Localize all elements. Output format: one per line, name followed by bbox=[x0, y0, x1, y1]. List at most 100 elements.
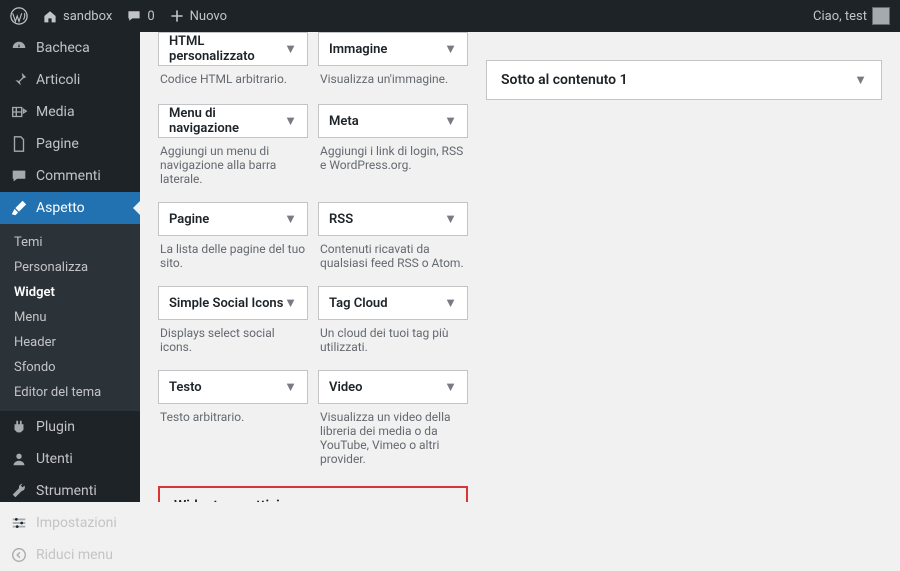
submenu-widgets[interactable]: Widget bbox=[0, 280, 140, 305]
widget-text-title: Testo bbox=[169, 380, 202, 395]
comment-icon bbox=[126, 8, 142, 24]
chevron-down-icon: ▼ bbox=[444, 41, 457, 57]
chevron-down-icon: ▼ bbox=[284, 41, 297, 57]
widget-social-desc: Displays select social icons. bbox=[158, 322, 308, 364]
submenu-customize[interactable]: Personalizza bbox=[0, 255, 140, 280]
submenu-menus[interactable]: Menu bbox=[0, 305, 140, 330]
widget-pages-title: Pagine bbox=[169, 212, 209, 227]
menu-settings-label: Impostazioni bbox=[36, 515, 117, 531]
widget-social[interactable]: Simple Social Icons ▼ bbox=[158, 286, 308, 320]
sidebar-area-label: Sotto al contenuto 1 bbox=[501, 72, 628, 88]
menu-posts[interactable]: Articoli bbox=[0, 64, 140, 96]
menu-users-label: Utenti bbox=[36, 451, 73, 467]
widget-tagcloud-desc: Un cloud dei tuoi tag più utilizzati. bbox=[318, 322, 468, 364]
sidebar-area-below-content-1[interactable]: Sotto al contenuto 1 ▼ bbox=[486, 60, 882, 100]
widget-video-title: Video bbox=[329, 380, 363, 395]
widget-meta-title: Meta bbox=[329, 114, 359, 129]
content-area: HTML personalizzato ▼ Codice HTML arbitr… bbox=[140, 32, 900, 502]
widget-tagcloud[interactable]: Tag Cloud ▼ bbox=[318, 286, 468, 320]
inactive-widgets-panel: Widget non attivi Trascinare qui i widge… bbox=[158, 486, 468, 502]
widget-meta[interactable]: Meta ▼ bbox=[318, 104, 468, 138]
widget-rss[interactable]: RSS ▼ bbox=[318, 202, 468, 236]
menu-dashboard[interactable]: Bacheca bbox=[0, 32, 140, 64]
menu-users[interactable]: Utenti bbox=[0, 443, 140, 475]
avatar bbox=[872, 7, 890, 25]
users-icon bbox=[10, 450, 28, 468]
widget-navmenu-desc: Aggiungi un menu di navigazione alla bar… bbox=[158, 140, 308, 196]
tools-icon bbox=[10, 482, 28, 500]
pin-icon bbox=[10, 71, 28, 89]
collapse-icon bbox=[10, 546, 28, 564]
greeting: Ciao, test bbox=[813, 9, 867, 24]
wp-logo[interactable] bbox=[10, 7, 28, 25]
chevron-down-icon: ▼ bbox=[444, 211, 457, 227]
widget-meta-desc: Aggiungi i link di login, RSS e WordPres… bbox=[318, 140, 468, 182]
submenu-editor[interactable]: Editor del tema bbox=[0, 380, 140, 405]
menu-collapse[interactable]: Riduci menu bbox=[0, 539, 140, 571]
chevron-down-icon: ▼ bbox=[284, 295, 297, 311]
widget-navmenu-title: Menu di navigazione bbox=[169, 106, 284, 136]
chevron-down-icon: ▼ bbox=[444, 379, 457, 395]
widget-image-desc: Visualizza un'immagine. bbox=[318, 68, 468, 98]
chevron-down-icon: ▼ bbox=[444, 295, 457, 311]
widget-text[interactable]: Testo ▼ bbox=[158, 370, 308, 404]
chevron-down-icon: ▼ bbox=[854, 72, 867, 88]
widget-pages-desc: La lista delle pagine del tuo sito. bbox=[158, 238, 308, 280]
widget-areas: Sotto al contenuto 1 ▼ bbox=[486, 32, 882, 502]
menu-tools-label: Strumenti bbox=[36, 483, 97, 499]
page-icon bbox=[10, 135, 28, 153]
dashboard-icon bbox=[10, 39, 28, 57]
menu-settings[interactable]: Impostazioni bbox=[0, 507, 140, 539]
media-icon bbox=[10, 103, 28, 121]
admin-toolbar: sandbox 0 Nuovo Ciao, test bbox=[0, 0, 900, 32]
chevron-down-icon: ▼ bbox=[284, 211, 297, 227]
chevron-down-icon: ▼ bbox=[444, 113, 457, 129]
menu-collapse-label: Riduci menu bbox=[36, 547, 113, 563]
submenu-header[interactable]: Header bbox=[0, 330, 140, 355]
settings-icon bbox=[10, 514, 28, 532]
menu-tools[interactable]: Strumenti bbox=[0, 475, 140, 507]
comments-link[interactable]: 0 bbox=[126, 8, 154, 24]
comment-icon bbox=[10, 167, 28, 185]
widget-html[interactable]: HTML personalizzato ▼ bbox=[158, 32, 308, 66]
menu-appearance-label: Aspetto bbox=[36, 200, 85, 216]
menu-pages[interactable]: Pagine bbox=[0, 128, 140, 160]
widget-video[interactable]: Video ▼ bbox=[318, 370, 468, 404]
widget-html-title: HTML personalizzato bbox=[169, 34, 284, 64]
widget-rss-desc: Contenuti ricavati da qualsiasi feed RSS… bbox=[318, 238, 468, 280]
new-label: Nuovo bbox=[190, 9, 227, 24]
menu-media-label: Media bbox=[36, 104, 75, 120]
menu-appearance[interactable]: Aspetto bbox=[0, 192, 140, 224]
wordpress-icon bbox=[10, 7, 28, 25]
widget-pages[interactable]: Pagine ▼ bbox=[158, 202, 308, 236]
inactive-title: Widget non attivi bbox=[174, 498, 452, 502]
account-link[interactable]: Ciao, test bbox=[813, 7, 890, 25]
widget-navmenu[interactable]: Menu di navigazione ▼ bbox=[158, 104, 308, 138]
menu-comments[interactable]: Commenti bbox=[0, 160, 140, 192]
menu-comments-label: Commenti bbox=[36, 168, 101, 184]
new-content-link[interactable]: Nuovo bbox=[169, 8, 227, 24]
comments-count: 0 bbox=[147, 9, 154, 24]
widget-tagcloud-title: Tag Cloud bbox=[329, 296, 388, 311]
menu-plugins-label: Plugin bbox=[36, 419, 75, 435]
submenu-themes[interactable]: Temi bbox=[0, 230, 140, 255]
menu-posts-label: Articoli bbox=[36, 72, 80, 88]
chevron-down-icon: ▼ bbox=[284, 379, 297, 395]
menu-pages-label: Pagine bbox=[36, 136, 79, 152]
admin-sidebar: Bacheca Articoli Media Pagine Commenti A… bbox=[0, 32, 140, 502]
menu-plugins[interactable]: Plugin bbox=[0, 411, 140, 443]
brush-icon bbox=[10, 199, 28, 217]
submenu-background[interactable]: Sfondo bbox=[0, 355, 140, 380]
appearance-submenu: Temi Personalizza Widget Menu Header Sfo… bbox=[0, 224, 140, 411]
widget-image[interactable]: Immagine ▼ bbox=[318, 32, 468, 66]
site-link[interactable]: sandbox bbox=[42, 8, 112, 24]
menu-dashboard-label: Bacheca bbox=[36, 40, 90, 56]
available-widgets: HTML personalizzato ▼ Codice HTML arbitr… bbox=[158, 32, 468, 502]
widget-rss-title: RSS bbox=[329, 212, 353, 227]
site-name: sandbox bbox=[63, 9, 112, 24]
widget-social-title: Simple Social Icons bbox=[169, 296, 283, 311]
widget-video-desc: Visualizza un video della libreria dei m… bbox=[318, 406, 468, 476]
widget-html-desc: Codice HTML arbitrario. bbox=[158, 68, 308, 98]
plugin-icon bbox=[10, 418, 28, 436]
menu-media[interactable]: Media bbox=[0, 96, 140, 128]
